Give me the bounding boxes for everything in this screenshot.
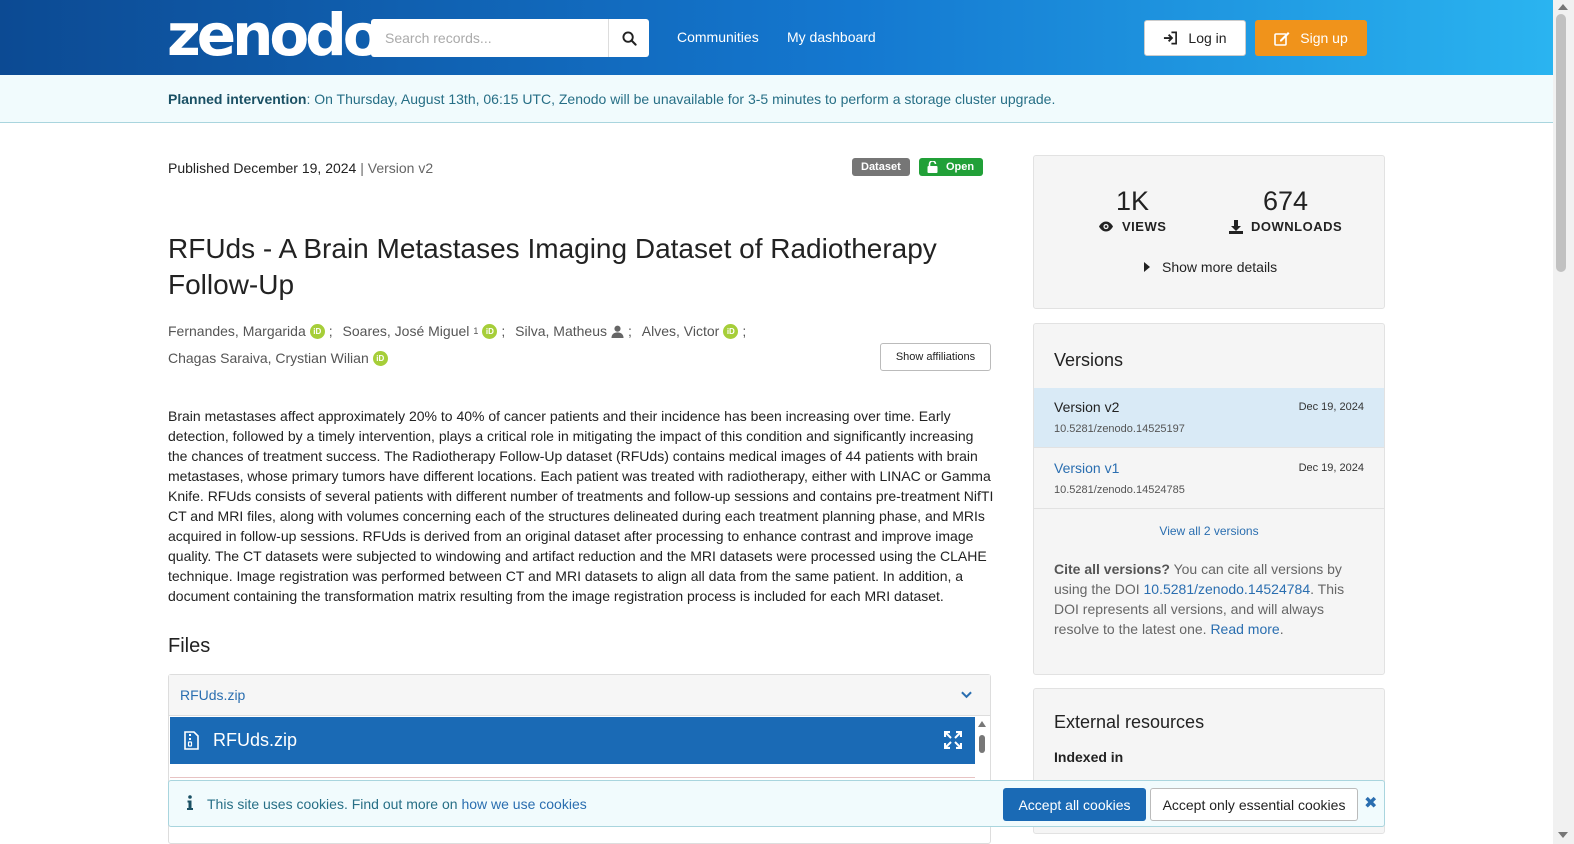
downloads-count: 674 bbox=[1263, 186, 1309, 216]
cookie-message: This site uses cookies. Find out more on… bbox=[207, 796, 587, 812]
accept-all-cookies-button[interactable]: Accept all cookies bbox=[1003, 788, 1146, 821]
creator[interactable]: Alves, Victor iD; bbox=[642, 318, 746, 345]
view-all-versions-link[interactable]: View all 2 versions bbox=[1034, 524, 1384, 538]
orcid-icon[interactable]: iD bbox=[309, 324, 325, 339]
sign-in-icon bbox=[1164, 31, 1178, 45]
caret-right-icon bbox=[1144, 262, 1150, 272]
creators-list: Fernandes, Margarida iD; Soares, José Mig… bbox=[168, 318, 868, 372]
preview-scrollbar[interactable] bbox=[976, 719, 988, 779]
files-heading: Files bbox=[168, 635, 211, 657]
external-resources-heading: External resources bbox=[1054, 712, 1205, 732]
chevron-down-icon[interactable] bbox=[961, 691, 972, 699]
file-name-link[interactable]: RFUds.zip bbox=[180, 687, 245, 703]
affiliation-superscript: 1 bbox=[473, 326, 479, 336]
orcid-icon[interactable]: iD bbox=[482, 324, 498, 339]
login-button[interactable]: Log in bbox=[1144, 20, 1246, 56]
login-label: Log in bbox=[1188, 30, 1227, 46]
file-accordion-header[interactable]: RFUds.zip bbox=[169, 675, 990, 716]
publication-info: Published December 19, 2024 | Version v2 bbox=[168, 160, 434, 176]
version-item-v1[interactable]: Version v1 Dec 19, 2024 10.5281/zenodo.1… bbox=[1034, 449, 1384, 509]
versions-heading: Versions bbox=[1054, 350, 1124, 370]
search-box bbox=[371, 19, 649, 57]
creator[interactable]: Silva, Matheus ; bbox=[515, 318, 632, 345]
creator[interactable]: Chagas Saraiva, Crystian Wilian iD bbox=[168, 345, 388, 372]
signup-label: Sign up bbox=[1300, 30, 1348, 46]
orcid-icon[interactable]: iD bbox=[723, 324, 739, 339]
versions-card: Versions Version v2 Dec 19, 2024 10.5281… bbox=[1033, 323, 1385, 675]
cookie-banner: This site uses cookies. Find out more on… bbox=[168, 780, 1385, 827]
orcid-icon[interactable]: iD bbox=[372, 351, 388, 366]
scroll-down-icon[interactable] bbox=[1558, 832, 1568, 838]
record-description: Brain metastases affect approximately 20… bbox=[168, 408, 994, 604]
access-label: Open bbox=[946, 161, 975, 173]
download-icon bbox=[1229, 219, 1243, 234]
downloads-label: DOWNLOADS bbox=[1229, 219, 1342, 234]
views-label: VIEWS bbox=[1098, 219, 1166, 234]
record-title: RFUds - A Brain Metastases Imaging Datas… bbox=[168, 233, 937, 300]
show-more-details-toggle[interactable]: Show more details bbox=[1144, 259, 1277, 275]
unlock-icon bbox=[927, 161, 938, 173]
file-preview-bar: RFUds.zip bbox=[170, 717, 975, 764]
record-version: Version v2 bbox=[367, 160, 434, 176]
search-input[interactable] bbox=[371, 19, 608, 57]
cite-all-versions: Cite all versions? You can cite all vers… bbox=[1054, 561, 1345, 637]
scroll-up-icon[interactable] bbox=[1558, 4, 1568, 10]
creator[interactable]: Soares, José Miguel 1 iD; bbox=[343, 318, 505, 345]
nav-communities[interactable]: Communities bbox=[677, 29, 759, 45]
banner-title: Planned intervention bbox=[168, 91, 307, 107]
cookie-policy-link[interactable]: how we use cookies bbox=[461, 796, 586, 812]
header: zenodo Communities My dashboard Log in S… bbox=[0, 0, 1553, 75]
edit-icon bbox=[1274, 31, 1290, 46]
zenodo-logo[interactable]: zenodo bbox=[167, 4, 383, 66]
nav-my-dashboard[interactable]: My dashboard bbox=[787, 29, 876, 45]
resource-type-badge: Dataset bbox=[852, 158, 910, 176]
show-affiliations-button[interactable]: Show affiliations bbox=[880, 343, 991, 371]
maintenance-banner: Planned intervention: On Thursday, Augus… bbox=[0, 75, 1553, 123]
eye-icon bbox=[1099, 221, 1113, 232]
concept-doi-link[interactable]: 10.5281/zenodo.14524784 bbox=[1144, 581, 1311, 597]
views-count: 1K bbox=[1116, 186, 1150, 216]
search-button[interactable] bbox=[608, 19, 649, 57]
info-icon bbox=[187, 795, 193, 810]
search-icon bbox=[621, 30, 637, 46]
banner-message: : On Thursday, August 13th, 06:15 UTC, Z… bbox=[306, 91, 1056, 107]
stats-card: 1K VIEWS 674 DOWNLOADS Show more details bbox=[1033, 155, 1385, 309]
access-badge: Open bbox=[919, 158, 984, 176]
read-more-link[interactable]: Read more bbox=[1210, 621, 1279, 637]
file-archive-icon bbox=[184, 731, 199, 750]
indexed-in-label: Indexed in bbox=[1054, 749, 1124, 765]
scroll-thumb[interactable] bbox=[1556, 14, 1566, 272]
expand-icon[interactable] bbox=[944, 731, 962, 749]
signup-button[interactable]: Sign up bbox=[1255, 20, 1367, 56]
published-date: Published December 19, 2024 bbox=[168, 160, 357, 176]
close-icon[interactable]: ✖ bbox=[1364, 793, 1377, 813]
person-icon bbox=[611, 325, 624, 338]
accept-essential-cookies-button[interactable]: Accept only essential cookies bbox=[1150, 788, 1358, 821]
preview-file-name: RFUds.zip bbox=[213, 730, 298, 750]
creator[interactable]: Fernandes, Margarida iD; bbox=[168, 318, 333, 345]
version-item-v2[interactable]: Version v2 Dec 19, 2024 10.5281/zenodo.1… bbox=[1034, 388, 1384, 448]
